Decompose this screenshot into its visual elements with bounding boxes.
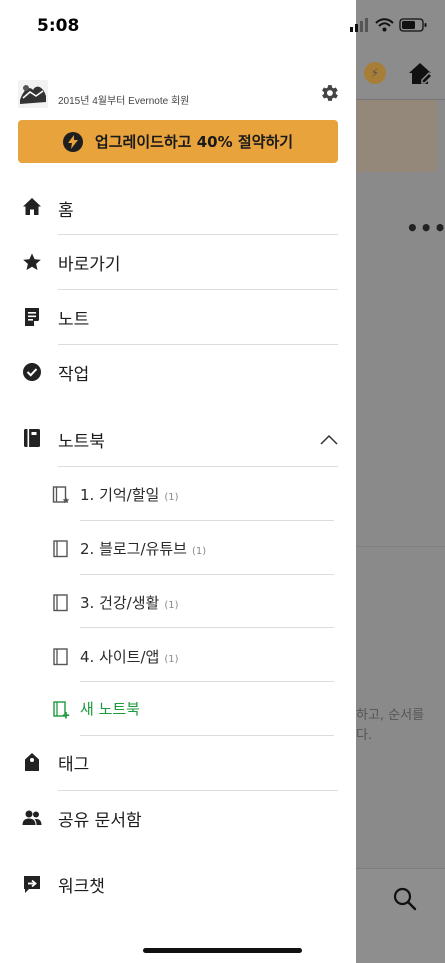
nav-item-shared[interactable]: 공유 문서함	[0, 791, 356, 845]
new-notebook-button[interactable]: 새 노트북	[0, 684, 356, 734]
people-icon	[22, 810, 42, 825]
notebook-item[interactable]: 2. 블로그/유튜브 (1)	[0, 523, 356, 573]
new-notebook-label: 새 노트북	[80, 700, 140, 718]
nav-item-notes[interactable]: 노트	[0, 290, 356, 344]
nav-label-shortcuts: 바로가기	[58, 255, 121, 275]
navigation-drawer: 2015년 4월부터 Evernote 회원 업그레이드하고 40% 절약하기 …	[0, 0, 356, 963]
nav-item-workchat[interactable]: 워크챗	[0, 857, 356, 911]
upgrade-button[interactable]: 업그레이드하고 40% 절약하기	[18, 120, 338, 163]
notebook-count: (1)	[191, 546, 207, 557]
background-bottom-bar	[356, 868, 445, 963]
background-banner	[356, 100, 437, 172]
more-options-icon[interactable]: •••	[406, 216, 445, 240]
nav-item-tasks[interactable]: 작업	[0, 345, 356, 399]
notebook-outline-icon	[53, 648, 68, 666]
upgrade-label: 업그레이드하고 40% 절약하기	[94, 133, 294, 151]
notebook-name: 3. 건강/생활	[80, 594, 160, 612]
status-time: 5:08	[37, 16, 80, 36]
nav-label-tags: 태그	[58, 755, 90, 775]
notebook-outline-icon	[53, 594, 68, 612]
profile-row: 2015년 4월부터 Evernote 회원	[18, 80, 338, 110]
avatar[interactable]	[18, 80, 48, 108]
background-divider	[356, 546, 445, 547]
notebook-count: (1)	[164, 600, 179, 611]
status-icons	[350, 18, 427, 32]
nav-label-tasks: 작업	[58, 365, 90, 385]
background-snippet: 하고, 순서를 다.	[356, 708, 425, 743]
nav-item-notebooks[interactable]: 노트북	[0, 411, 356, 465]
member-since-text: 2015년 4월부터 Evernote 회원	[58, 96, 190, 107]
home-indicator	[143, 948, 302, 953]
upgrade-bolt-icon[interactable]: ⚡	[364, 62, 386, 84]
notebook-add-icon	[53, 701, 70, 719]
nav-item-home[interactable]: 홈	[0, 180, 356, 234]
nav-label-notes: 노트	[58, 310, 90, 330]
check-circle-icon	[23, 363, 41, 381]
divider	[80, 520, 334, 521]
gear-icon[interactable]	[318, 82, 340, 104]
notebook-item[interactable]: 4. 사이트/앱 (1)	[0, 631, 356, 681]
nav-label-notebooks: 노트북	[58, 432, 105, 452]
notebook-outline-icon	[53, 540, 68, 558]
nav-label-shared: 공유 문서함	[58, 811, 142, 831]
status-bar: 5:08	[0, 0, 445, 52]
divider	[80, 681, 334, 682]
divider	[80, 627, 334, 628]
divider	[80, 574, 334, 575]
notebook-icon	[24, 429, 40, 447]
notebook-star-icon	[52, 486, 70, 504]
divider	[58, 466, 338, 467]
nav-label-home: 홈	[58, 201, 74, 221]
notebook-name: 1. 기억/할일	[80, 486, 160, 504]
note-icon	[25, 308, 39, 326]
nav-label-workchat: 워크챗	[58, 877, 105, 897]
search-icon[interactable]	[392, 886, 418, 912]
background-app: ⚡ ••• 하고, 순서를 다.	[356, 0, 445, 963]
home-edit-icon[interactable]	[406, 60, 434, 88]
notebook-name: 2. 블로그/유튜브	[80, 540, 187, 558]
home-icon	[23, 198, 41, 215]
notebook-item[interactable]: 3. 건강/생활 (1)	[0, 577, 356, 627]
lightning-icon	[62, 131, 83, 152]
tag-icon	[25, 753, 39, 771]
star-icon	[23, 253, 41, 270]
notebook-item[interactable]: 1. 기억/할일 (1)	[0, 469, 356, 519]
nav-item-tags[interactable]: 태그	[0, 735, 356, 789]
chevron-up-icon[interactable]	[320, 433, 338, 445]
notebook-name: 4. 사이트/앱	[80, 648, 160, 666]
chat-share-icon	[24, 876, 40, 893]
nav-item-shortcuts[interactable]: 바로가기	[0, 235, 356, 289]
notebook-count: (1)	[164, 492, 179, 503]
notebook-count: (1)	[164, 654, 179, 665]
